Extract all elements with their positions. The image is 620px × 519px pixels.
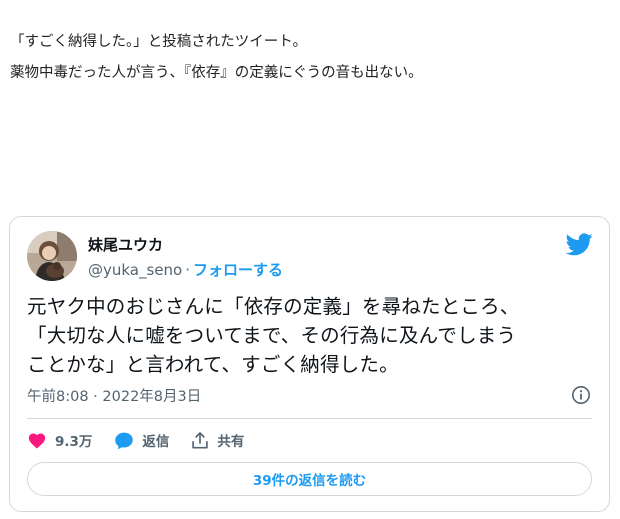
like-count: 9.3万 <box>55 434 93 450</box>
follow-button[interactable]: フォローする <box>193 261 283 279</box>
share-button[interactable]: 共有 <box>191 430 244 450</box>
author-meta: @yuka_seno · フォローする <box>88 259 283 280</box>
author-handle[interactable]: @yuka_seno <box>88 261 182 279</box>
author-name[interactable]: 妹尾ユウカ <box>88 234 163 255</box>
speech-bubble-icon <box>115 432 134 449</box>
share-icon <box>192 431 209 448</box>
twitter-bird-icon[interactable] <box>566 233 593 256</box>
avatar[interactable] <box>27 231 77 281</box>
share-label: 共有 <box>217 434 245 450</box>
article-intro: 「すごく納得した。」と投稿されたツイート。 薬物中毒だった人が言う、『依存』の定… <box>10 27 423 89</box>
tweet-timestamp[interactable]: 午前8:08 · 2022年8月3日 <box>27 385 201 406</box>
info-icon[interactable] <box>571 385 591 405</box>
reply-button[interactable]: 返信 <box>114 430 169 450</box>
tweet-text-line-3: ことかな」と言われて、すごく納得した。 <box>27 353 399 376</box>
intro-line-2: 薬物中毒だった人が言う、『依存』の定義にぐうの音も出ない。 <box>10 65 423 81</box>
like-button[interactable]: 9.3万 <box>27 430 92 450</box>
tweet-text-line-1: 元ヤク中のおじさんに「依存の定義」を尋ねたところ、 <box>27 295 520 318</box>
heart-icon <box>28 433 46 449</box>
meta-separator: · <box>185 261 191 279</box>
tweet-text: 元ヤク中のおじさんに「依存の定義」を尋ねたところ、 「大切な人に嘘をついてまで、… <box>27 292 597 379</box>
avatar-image <box>27 231 77 281</box>
embedded-tweet[interactable]: 妹尾ユウカ @yuka_seno · フォローする 元ヤク中のおじさんに「依存の定義… <box>9 216 610 512</box>
intro-line-1: 「すごく納得した。」と投稿されたツイート。 <box>10 34 307 50</box>
tweet-actions: 9.3万 返信 共有 <box>27 428 266 452</box>
read-replies-button[interactable]: 39件の返信を読む <box>27 462 592 496</box>
tweet-text-line-2: 「大切な人に嘘をついてまで、その行為に及んでしまう <box>27 324 517 347</box>
divider <box>27 418 592 419</box>
reply-label: 返信 <box>142 434 170 450</box>
